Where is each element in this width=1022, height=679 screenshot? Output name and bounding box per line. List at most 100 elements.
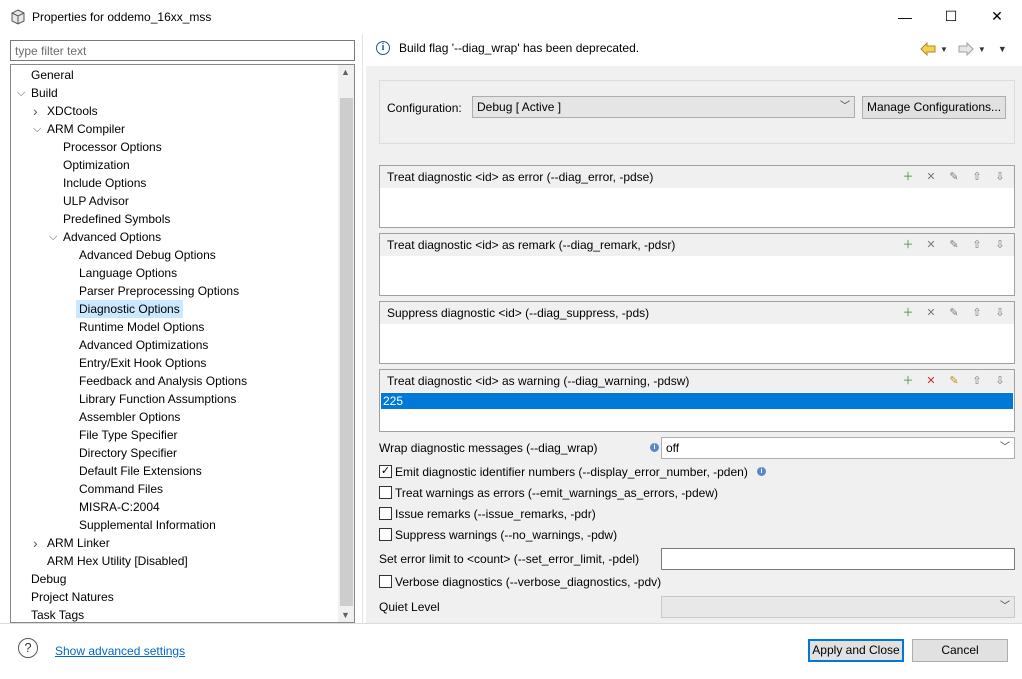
tree-item[interactable]: Optimization xyxy=(63,156,130,174)
scroll-down-icon[interactable]: ▼ xyxy=(341,610,350,620)
diag-list: Suppress diagnostic <id> (--diag_suppres… xyxy=(379,301,1015,364)
quiet-level-label: Quiet Level xyxy=(379,600,440,614)
expanded-chevron-icon[interactable]: ⌵ xyxy=(33,120,43,138)
wrap-diag-select[interactable]: off ﹀ xyxy=(661,437,1015,459)
minimize-button[interactable]: — xyxy=(882,0,928,33)
tree-item[interactable]: Predefined Symbols xyxy=(63,210,170,228)
tree-item[interactable]: Processor Options xyxy=(63,138,162,156)
error-limit-label: Set error limit to <count> (--set_error_… xyxy=(379,552,640,566)
tree-item[interactable]: Supplemental Information xyxy=(79,516,216,534)
move-up-icon[interactable]: ⇧ xyxy=(969,306,985,321)
add-icon[interactable]: ＋ xyxy=(900,306,916,321)
wrap-diag-label: Wrap diagnostic messages (--diag_wrap) xyxy=(379,441,598,455)
diag-list: Treat diagnostic <id> as remark (--diag_… xyxy=(379,233,1015,296)
tree-item[interactable]: Diagnostic Options xyxy=(76,300,183,318)
wrap-diag-value: off xyxy=(666,441,680,455)
edit-icon[interactable]: ✎ xyxy=(946,306,962,321)
tree-item[interactable]: MISRA-C:2004 xyxy=(79,498,160,516)
info-hint-icon: i xyxy=(757,467,766,476)
emit-diag-numbers-label: Emit diagnostic identifier numbers (--di… xyxy=(395,465,748,479)
chevron-down-icon: ﹀ xyxy=(1000,442,1010,453)
manage-configurations-button[interactable]: Manage Configurations... xyxy=(862,96,1006,119)
view-menu-icon[interactable]: ▼ xyxy=(998,44,1007,54)
tree-item[interactable]: Runtime Model Options xyxy=(79,318,204,336)
cancel-button[interactable]: Cancel xyxy=(912,639,1008,662)
suppress-warnings-checkbox[interactable] xyxy=(379,528,392,541)
delete-icon[interactable]: ✕ xyxy=(923,374,939,389)
edit-icon[interactable]: ✎ xyxy=(946,170,962,185)
tree-item[interactable]: Assembler Options xyxy=(79,408,180,426)
delete-icon[interactable]: ✕ xyxy=(923,238,939,253)
tree-item[interactable]: ARM Linker xyxy=(47,534,110,552)
move-down-icon[interactable]: ⇩ xyxy=(992,170,1008,185)
add-icon[interactable]: ＋ xyxy=(900,238,916,253)
filter-input[interactable] xyxy=(10,40,355,61)
configuration-value: Debug [ Active ] xyxy=(477,100,562,114)
expanded-chevron-icon[interactable]: ⌵ xyxy=(17,84,27,102)
move-down-icon[interactable]: ⇩ xyxy=(992,238,1008,253)
maximize-button[interactable]: ☐ xyxy=(928,0,974,33)
move-down-icon[interactable]: ⇩ xyxy=(992,306,1008,321)
forward-arrow-icon[interactable] xyxy=(958,42,974,56)
tree-item[interactable]: Task Tags xyxy=(31,606,84,622)
tree-item[interactable]: Advanced Optimizations xyxy=(79,336,208,354)
delete-icon[interactable]: ✕ xyxy=(923,170,939,185)
add-icon[interactable]: ＋ xyxy=(900,374,916,389)
quiet-level-select[interactable]: ﹀ xyxy=(661,596,1015,618)
tree-item[interactable]: Advanced Options xyxy=(63,228,161,246)
suppress-warnings-label: Suppress warnings (--no_warnings, -pdw) xyxy=(395,528,618,542)
error-limit-input[interactable] xyxy=(661,548,1015,570)
back-arrow-icon[interactable] xyxy=(920,42,936,56)
forward-menu-chevron-icon[interactable]: ▼ xyxy=(978,45,986,54)
tree-item[interactable]: Directory Specifier xyxy=(79,444,177,462)
footer-divider xyxy=(0,623,1022,624)
apply-and-close-button[interactable]: Apply and Close xyxy=(808,639,904,662)
warnings-as-errors-checkbox[interactable] xyxy=(379,486,392,499)
tree-item[interactable]: File Type Specifier xyxy=(79,426,178,444)
tree-item[interactable]: General xyxy=(31,66,74,84)
tree-item[interactable]: ULP Advisor xyxy=(63,192,129,210)
tree-item[interactable]: Entry/Exit Hook Options xyxy=(79,354,206,372)
info-icon: i xyxy=(376,41,390,55)
emit-diag-numbers-checkbox[interactable]: ✓ xyxy=(379,465,392,478)
edit-icon[interactable]: ✎ xyxy=(946,238,962,253)
tree-item[interactable]: Project Natures xyxy=(31,588,114,606)
edit-icon[interactable]: ✎ xyxy=(946,374,962,389)
property-tree: General ⌵ Build › XDCtools ⌵ ARM Compiler Proce… xyxy=(10,64,355,623)
tree-item[interactable]: Library Function Assumptions xyxy=(79,390,236,408)
back-menu-chevron-icon[interactable]: ▼ xyxy=(940,45,948,54)
move-up-icon[interactable]: ⇧ xyxy=(969,170,985,185)
collapsed-chevron-icon[interactable]: › xyxy=(33,102,43,120)
add-icon[interactable]: ＋ xyxy=(900,170,916,185)
tree-item[interactable]: Advanced Debug Options xyxy=(79,246,216,264)
tree-item[interactable]: Default File Extensions xyxy=(79,462,202,480)
configuration-select[interactable]: Debug [ Active ] ﹀ xyxy=(472,96,855,118)
list-item[interactable]: 225 xyxy=(381,393,1013,409)
tree-item[interactable]: XDCtools xyxy=(47,102,98,120)
tree-item[interactable]: Feedback and Analysis Options xyxy=(79,372,247,390)
move-up-icon[interactable]: ⇧ xyxy=(969,238,985,253)
tree-item[interactable]: Debug xyxy=(31,570,66,588)
tree-item[interactable]: Include Options xyxy=(63,174,146,192)
close-button[interactable]: ✕ xyxy=(974,0,1020,33)
scrollbar-thumb[interactable] xyxy=(340,98,353,606)
move-up-icon[interactable]: ⇧ xyxy=(969,374,985,389)
help-icon[interactable]: ? xyxy=(18,638,38,658)
configuration-label: Configuration: xyxy=(387,101,462,115)
delete-icon[interactable]: ✕ xyxy=(923,306,939,321)
move-down-icon[interactable]: ⇩ xyxy=(992,374,1008,389)
expanded-chevron-icon[interactable]: ⌵ xyxy=(49,228,59,246)
tree-item[interactable]: ARM Hex Utility [Disabled] xyxy=(47,552,188,570)
verbose-diagnostics-checkbox[interactable] xyxy=(379,575,392,588)
tree-item[interactable]: Command Files xyxy=(79,480,163,498)
show-advanced-settings-link[interactable]: Show advanced settings xyxy=(55,644,185,658)
scroll-up-icon[interactable]: ▲ xyxy=(341,67,350,77)
pane-divider[interactable] xyxy=(362,34,363,623)
chevron-down-icon: ﹀ xyxy=(840,101,850,112)
collapsed-chevron-icon[interactable]: › xyxy=(33,534,43,552)
tree-item[interactable]: Parser Preprocessing Options xyxy=(79,282,239,300)
tree-item[interactable]: ARM Compiler xyxy=(47,120,125,138)
tree-item[interactable]: Language Options xyxy=(79,264,177,282)
issue-remarks-checkbox[interactable] xyxy=(379,507,392,520)
tree-item[interactable]: Build xyxy=(31,84,58,102)
